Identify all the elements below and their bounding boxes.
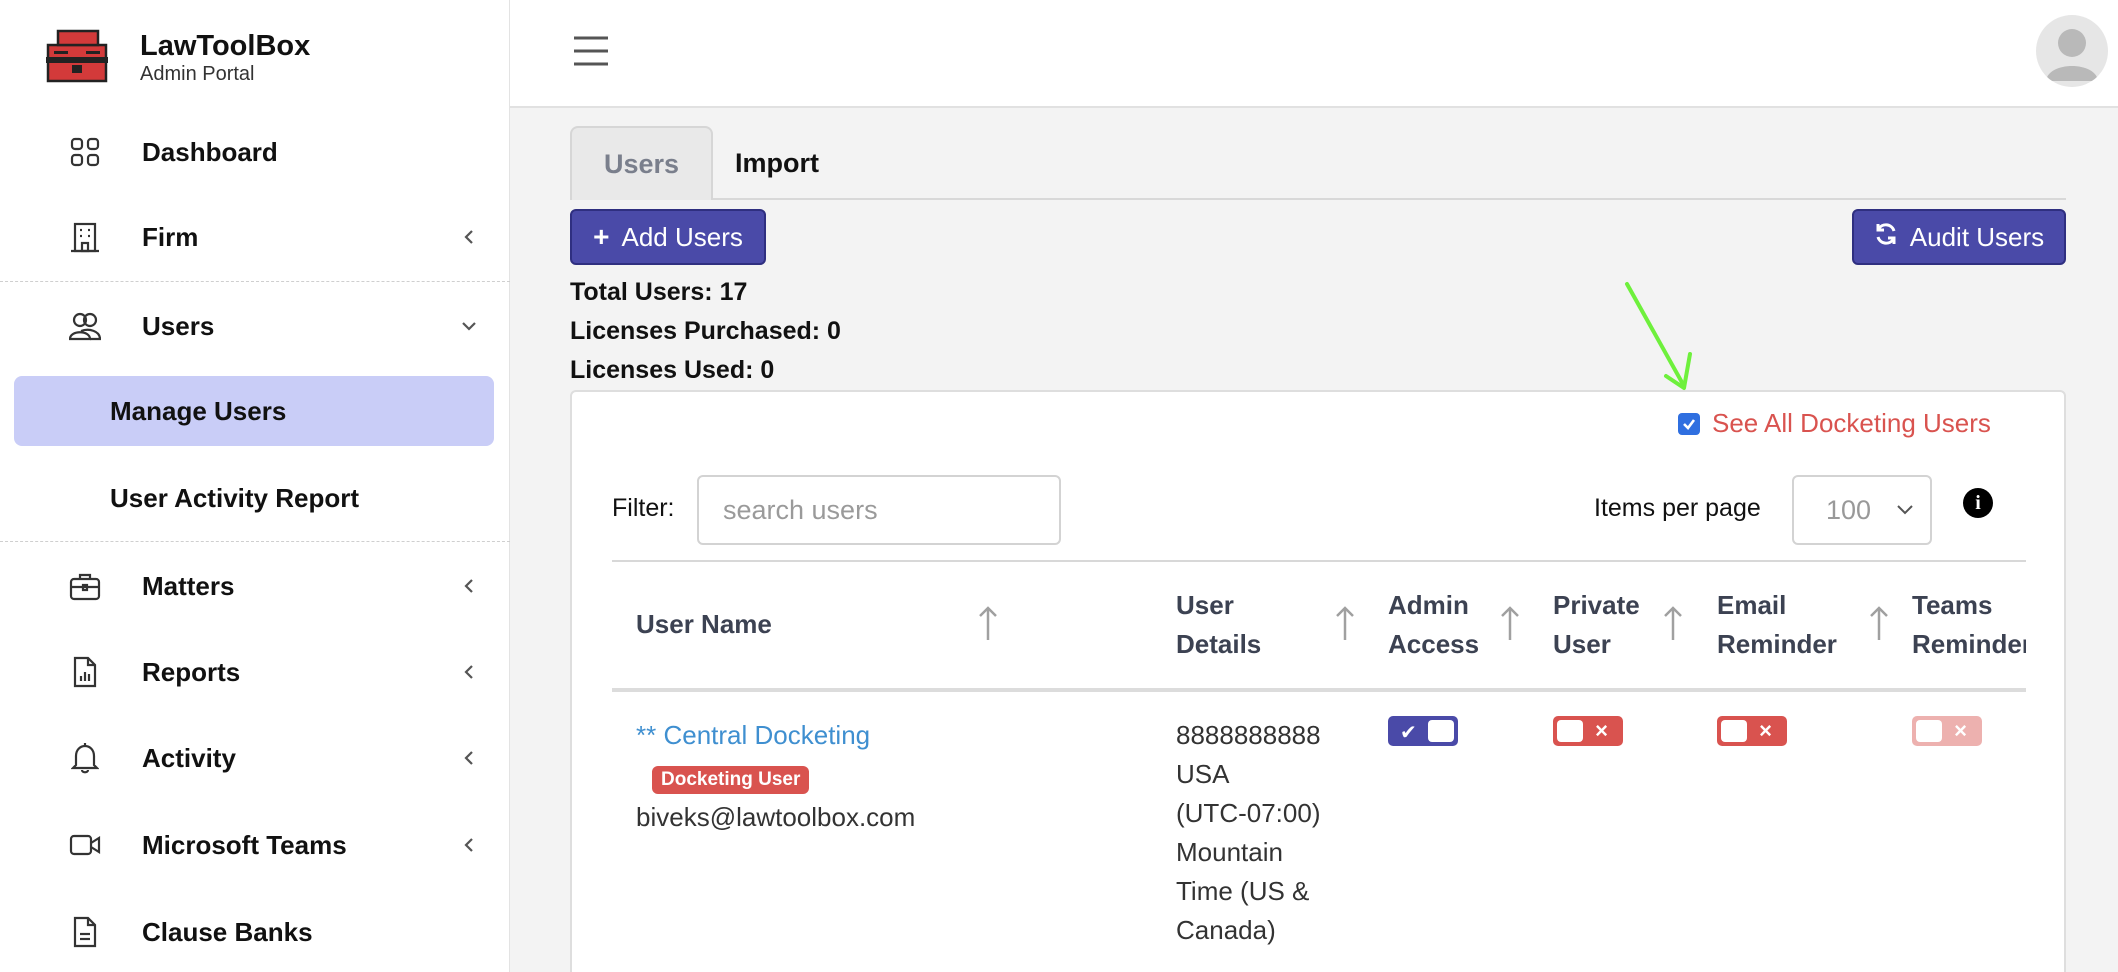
refresh-icon	[1874, 221, 1898, 253]
chevron-left-icon	[460, 749, 478, 767]
sidebar-item-label: Manage Users	[110, 395, 287, 426]
brand-subtitle: Admin Portal	[140, 63, 255, 85]
sidebar-item-reports[interactable]: Reports	[0, 635, 510, 709]
chevron-down-icon	[460, 317, 478, 335]
document-icon	[68, 915, 102, 949]
search-input[interactable]	[697, 475, 1061, 545]
total-users-stat: Total Users: 17	[570, 278, 748, 306]
header-user-details[interactable]: User Details	[1176, 586, 1261, 664]
add-users-label: Add Users	[621, 221, 743, 252]
sidebar-item-label: Matters	[142, 570, 235, 601]
sidebar-item-label: Reports	[142, 656, 241, 687]
licenses-purchased-stat: Licenses Purchased: 0	[570, 317, 841, 345]
docketing-user-badge: Docketing User	[652, 766, 810, 794]
see-all-label: See All Docketing Users	[1712, 408, 1991, 438]
sort-arrow-icon[interactable]	[1334, 604, 1356, 644]
sidebar-item-clause-banks[interactable]: Clause Banks	[0, 895, 510, 969]
top-bar	[510, 0, 2118, 108]
see-all-docketing-toggle[interactable]: See All Docketing Users	[1678, 408, 1991, 439]
check-icon: ✔	[1400, 722, 1417, 744]
header-admin-access[interactable]: Admin Access	[1388, 586, 1479, 664]
toolbox-logo-icon	[46, 29, 108, 83]
sidebar-item-microsoft-teams[interactable]: Microsoft Teams	[0, 808, 510, 882]
teams-reminder-toggle[interactable]: ×	[1912, 716, 1982, 746]
private-user-toggle[interactable]: ×	[1553, 716, 1623, 746]
briefcase-icon	[68, 569, 102, 603]
sidebar-divider	[0, 541, 510, 542]
sidebar-item-manage-users[interactable]: Manage Users	[14, 376, 494, 446]
users-table: User Name User Details Admin Access Privat…	[612, 560, 2026, 972]
sidebar-item-label: Clause Banks	[142, 916, 313, 947]
sidebar-item-label: User Activity Report	[110, 482, 359, 513]
table-top-border	[612, 560, 2026, 562]
user-avatar-icon[interactable]	[2036, 15, 2108, 87]
chevron-left-icon	[460, 663, 478, 681]
email-reminder-toggle[interactable]: ×	[1717, 716, 1787, 746]
chevron-left-icon	[460, 228, 478, 246]
sidebar: LawToolBox Admin Portal Dashboard Firm U…	[0, 0, 510, 972]
brand-title: LawToolBox	[140, 30, 311, 62]
sidebar-item-label: Microsoft Teams	[142, 829, 347, 860]
sort-arrow-icon[interactable]	[1662, 604, 1684, 644]
admin-access-toggle[interactable]: ✔	[1388, 716, 1458, 746]
tab-import[interactable]: Import	[713, 126, 841, 200]
report-icon	[68, 655, 102, 689]
sort-arrow-icon[interactable]	[1499, 604, 1521, 644]
sidebar-item-dashboard[interactable]: Dashboard	[0, 115, 510, 189]
tab-bar: Users Import	[570, 126, 2066, 200]
user-name-link[interactable]: ** Central Docketing	[636, 716, 915, 755]
user-details-cell: 8888888888 USA (UTC-07:00) Mountain Time…	[1176, 720, 1321, 945]
sidebar-item-label: Dashboard	[142, 136, 278, 167]
sort-arrow-icon[interactable]	[1868, 604, 1890, 644]
sidebar-item-label: Users	[142, 310, 215, 341]
table-row: ** Central Docketing Docketing User bive…	[636, 716, 915, 837]
sidebar-divider	[0, 281, 510, 282]
close-icon: ×	[1759, 718, 1772, 743]
header-teams-reminder[interactable]: Teams Reminder	[1912, 586, 2026, 664]
audit-users-button[interactable]: Audit Users	[1852, 209, 2066, 265]
items-per-page-label: Items per page	[1594, 494, 1761, 522]
close-icon: ×	[1954, 718, 1967, 743]
close-icon: ×	[1595, 718, 1608, 743]
grid-icon	[68, 135, 102, 169]
chevron-left-icon	[460, 577, 478, 595]
items-per-page-value: 100	[1826, 494, 1872, 525]
annotation-arrow-icon	[1625, 282, 1692, 390]
items-per-page-select[interactable]: 100	[1792, 475, 1932, 545]
bell-icon	[68, 741, 102, 775]
header-private-user[interactable]: Private User	[1553, 586, 1640, 664]
add-users-button[interactable]: + Add Users	[570, 209, 766, 265]
video-icon	[68, 828, 102, 862]
sidebar-item-user-activity-report[interactable]: User Activity Report	[14, 463, 494, 533]
hamburger-menu-icon[interactable]	[572, 34, 610, 68]
header-email-reminder[interactable]: Email Reminder	[1717, 586, 1837, 664]
building-icon	[68, 220, 102, 254]
chevron-left-icon	[460, 836, 478, 854]
tab-users[interactable]: Users	[570, 126, 713, 200]
brand[interactable]: LawToolBox Admin Portal	[44, 24, 310, 90]
sidebar-item-matters[interactable]: Matters	[0, 549, 510, 623]
filter-label: Filter:	[612, 494, 675, 522]
sidebar-item-users[interactable]: Users	[0, 289, 510, 363]
audit-users-label: Audit Users	[1909, 221, 2045, 252]
sidebar-item-label: Activity	[142, 742, 236, 773]
sort-arrow-icon[interactable]	[977, 604, 999, 644]
users-icon	[68, 309, 102, 343]
plus-icon: +	[593, 221, 610, 252]
sidebar-item-label: Firm	[142, 221, 199, 252]
header-user-name[interactable]: User Name	[636, 605, 772, 644]
user-email: biveks@lawtoolbox.com	[636, 802, 916, 832]
sidebar-item-firm[interactable]: Firm	[0, 200, 510, 274]
info-icon[interactable]: i	[1963, 488, 1993, 518]
chevron-down-icon	[1897, 505, 1913, 515]
see-all-checkbox[interactable]	[1678, 412, 1700, 435]
sidebar-item-activity[interactable]: Activity	[0, 721, 510, 795]
licenses-used-stat: Licenses Used: 0	[570, 356, 775, 384]
table-header-border	[612, 688, 2026, 692]
